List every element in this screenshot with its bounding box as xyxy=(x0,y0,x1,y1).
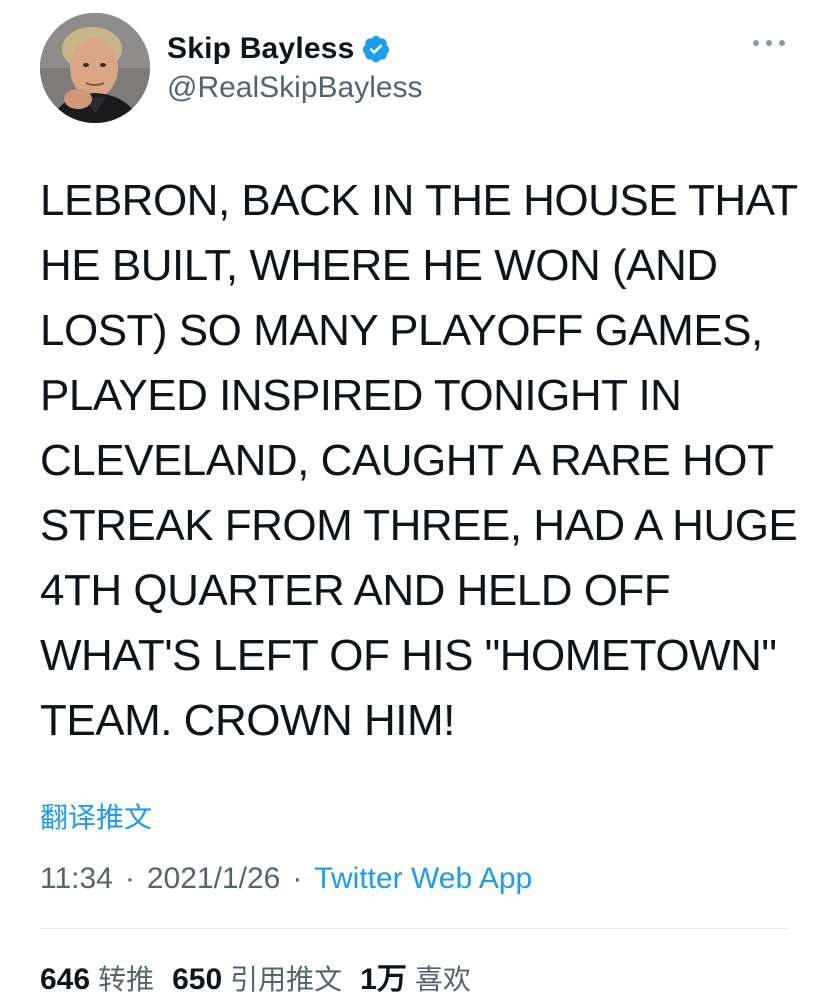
display-name-row: Skip Bayless xyxy=(167,29,423,69)
tweet-source[interactable]: Twitter Web App xyxy=(314,862,532,896)
retweets-label: 转推 xyxy=(98,963,155,996)
avatar[interactable] xyxy=(40,13,150,123)
display-name[interactable]: Skip Bayless xyxy=(167,32,355,66)
tweet-stats: 646 转推 650 引用推文 1万 喜欢 xyxy=(40,954,489,998)
verified-badge-icon xyxy=(361,34,391,64)
quotes-count: 650 xyxy=(172,963,223,996)
tweet-time[interactable]: 11:34 xyxy=(40,862,113,896)
tweet-header: Skip Bayless @RealSkipBayless xyxy=(40,13,788,123)
tweet-text: LEBRON, BACK IN THE HOUSE THAT HE BUILT,… xyxy=(40,176,798,745)
divider xyxy=(40,928,788,929)
tweet-date[interactable]: 2021/1/26 xyxy=(147,862,280,896)
avatar-image xyxy=(40,13,150,123)
tweet-detail: Skip Bayless @RealSkipBayless LEBRON, BA… xyxy=(0,0,828,1003)
quotes-stat[interactable]: 650 引用推文 xyxy=(172,958,342,998)
retweets-count: 646 xyxy=(40,963,91,996)
quotes-label: 引用推文 xyxy=(230,963,343,996)
retweets-stat[interactable]: 646 转推 xyxy=(40,958,154,998)
separator: · xyxy=(292,862,303,895)
likes-label: 喜欢 xyxy=(414,963,471,996)
translate-tweet-link[interactable]: 翻译推文 xyxy=(40,796,152,836)
author-names: Skip Bayless @RealSkipBayless xyxy=(167,29,423,105)
likes-count: 1万 xyxy=(360,963,407,996)
likes-stat[interactable]: 1万 喜欢 xyxy=(360,954,471,998)
tweet-metadata: 11:34 · 2021/1/26 · Twitter Web App xyxy=(40,862,532,896)
author-handle[interactable]: @RealSkipBayless xyxy=(167,71,423,105)
separator: · xyxy=(124,862,135,895)
more-options-icon[interactable] xyxy=(753,35,785,51)
